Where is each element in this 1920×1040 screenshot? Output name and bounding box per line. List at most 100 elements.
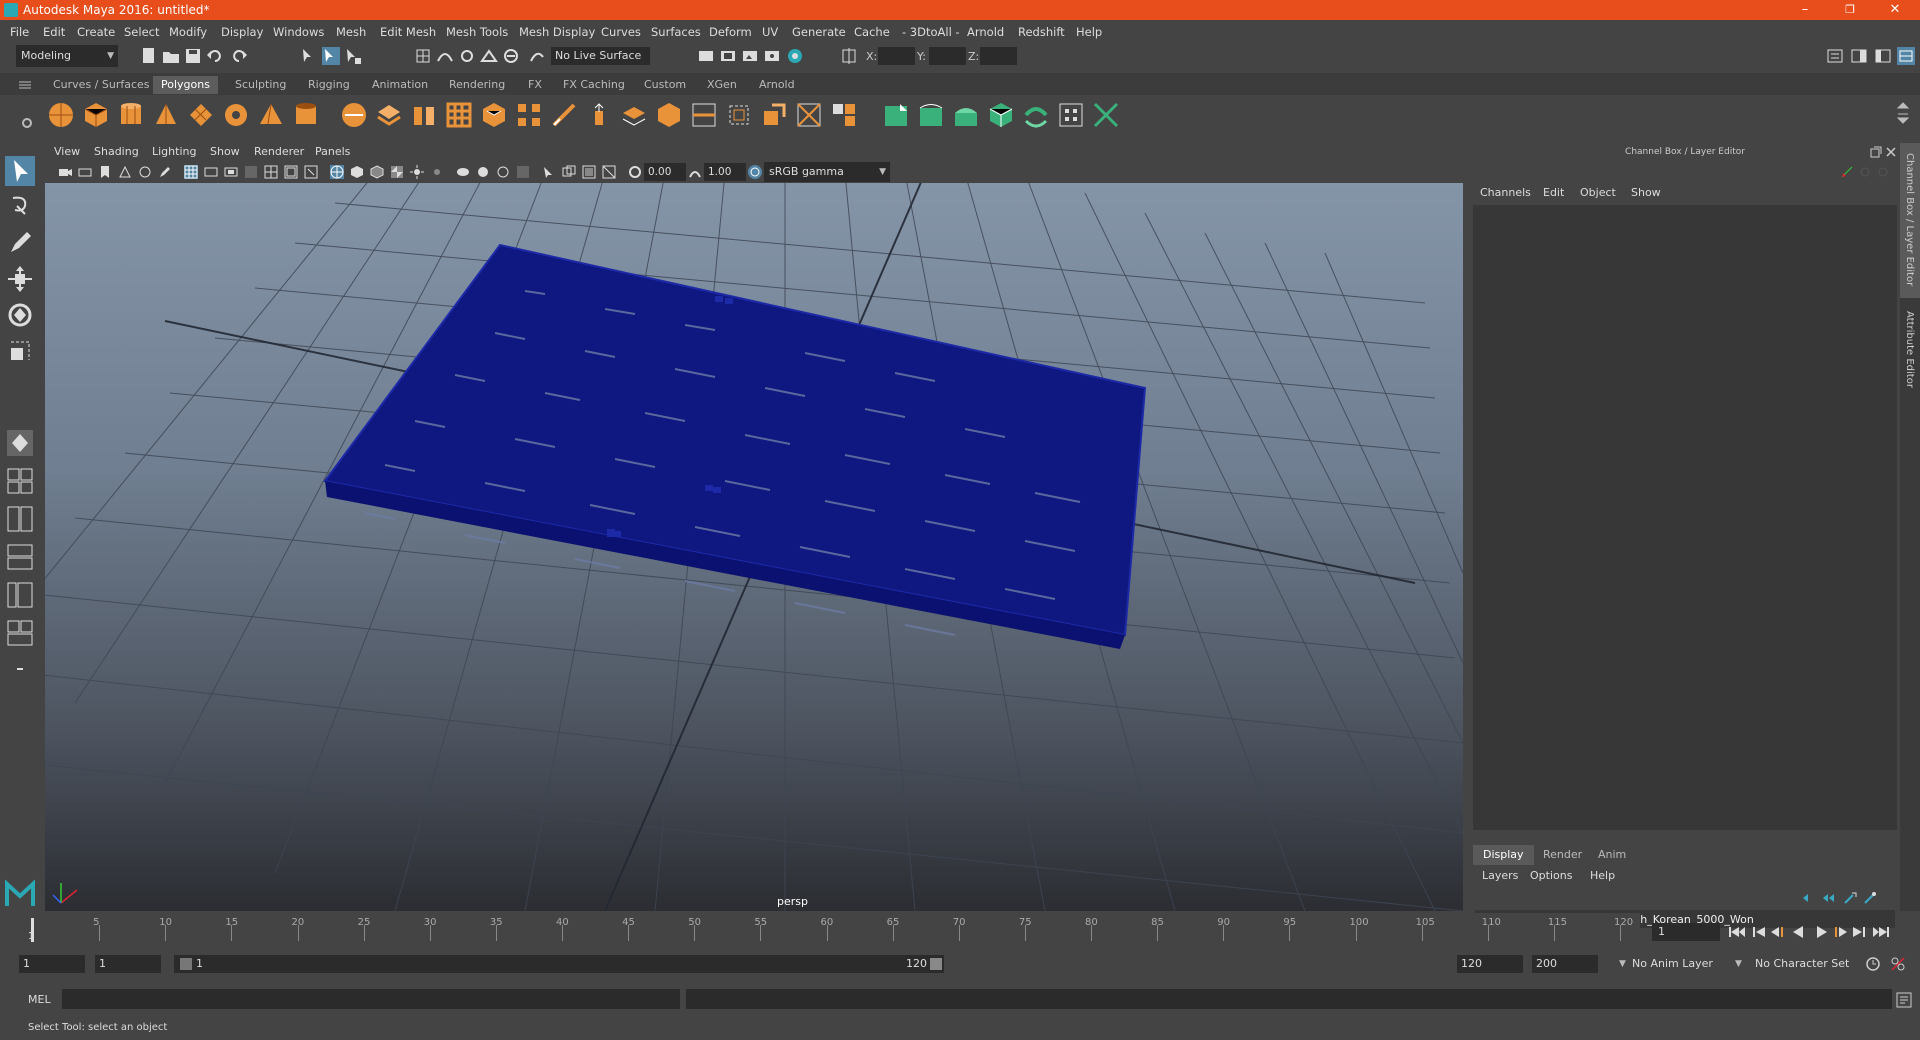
menu-file[interactable]: File — [10, 25, 29, 39]
y-field[interactable] — [929, 47, 966, 65]
close-button[interactable]: ✕ — [1875, 1, 1915, 19]
xray-components-icon[interactable] — [602, 165, 616, 179]
uv-unfold-icon[interactable] — [1022, 101, 1050, 129]
safe-title-icon[interactable] — [304, 165, 318, 179]
poly-cone-icon[interactable] — [152, 101, 180, 129]
multisample-aa-icon[interactable] — [496, 165, 510, 179]
two-pane-layout-icon[interactable] — [5, 504, 35, 534]
extrude-icon[interactable] — [585, 101, 613, 129]
channel-box-options-icon[interactable] — [1876, 165, 1890, 179]
shelf-scroll-icon[interactable] — [1896, 100, 1910, 130]
select-object-icon[interactable] — [322, 47, 340, 65]
float-panel-icon[interactable] — [1870, 146, 1882, 158]
step-forward-frame-icon[interactable] — [1853, 927, 1865, 937]
menu-deform[interactable]: Deform — [709, 25, 752, 39]
film-gate-icon[interactable] — [204, 165, 218, 179]
motion-blur-icon[interactable] — [476, 165, 490, 179]
poly-pipe-icon[interactable] — [292, 101, 320, 129]
viewport-menu-view[interactable]: View — [54, 145, 80, 158]
modeling-toolkit-icon[interactable] — [1826, 47, 1844, 65]
uv-automatic-icon[interactable] — [987, 101, 1015, 129]
shelf-tab-custom[interactable]: Custom — [636, 76, 694, 94]
exposure-field[interactable]: 0.00 — [644, 163, 686, 181]
bookmarks-icon[interactable] — [98, 165, 112, 179]
poly-torus-icon[interactable] — [222, 101, 250, 129]
shelf-tab-polygons[interactable]: Polygons — [153, 76, 218, 94]
hypershade-layout-icon[interactable] — [5, 618, 35, 648]
current-time-indicator[interactable] — [31, 918, 34, 942]
mel-label[interactable]: MEL — [28, 993, 51, 1006]
shelf-tab-xgen[interactable]: XGen — [699, 76, 745, 94]
single-perspective-layout-icon[interactable] — [5, 428, 35, 458]
poly-plane-icon[interactable] — [187, 101, 215, 129]
menu-select[interactable]: Select — [124, 25, 159, 39]
select-hierarchy-icon[interactable] — [300, 47, 318, 65]
layer-menu-help[interactable]: Help — [1590, 869, 1615, 882]
maximize-button[interactable]: ❐ — [1830, 1, 1870, 19]
more-layouts-icon[interactable] — [5, 654, 35, 684]
poly-pyramid-icon[interactable] — [257, 101, 285, 129]
x-field[interactable] — [878, 47, 915, 65]
channel-box-sync-icon[interactable] — [1858, 165, 1872, 179]
grid-toggle-icon[interactable] — [184, 165, 198, 179]
menu-arnold[interactable]: Arnold — [967, 25, 1004, 39]
play-forwards-icon[interactable] — [1817, 926, 1827, 938]
poly-cylinder-icon[interactable] — [117, 101, 145, 129]
open-scene-icon[interactable] — [162, 47, 180, 65]
new-empty-layer-icon[interactable] — [1843, 891, 1857, 905]
field-chart-icon[interactable] — [264, 165, 278, 179]
bridge-icon[interactable] — [515, 101, 543, 129]
command-input[interactable] — [62, 989, 680, 1009]
layer-menu-layers[interactable]: Layers — [1482, 869, 1518, 882]
gamma-icon[interactable] — [688, 165, 702, 179]
target-weld-icon[interactable] — [795, 101, 823, 129]
step-back-frame-icon[interactable] — [1753, 927, 1765, 937]
combine-icon[interactable] — [340, 101, 368, 129]
grease-pencil-icon[interactable] — [158, 165, 172, 179]
xray-icon[interactable] — [562, 165, 576, 179]
shelf-tab-fx-caching[interactable]: FX Caching — [555, 76, 633, 94]
persp-graph-layout-icon[interactable] — [5, 542, 35, 572]
mode-dropdown[interactable]: Modeling ▼ — [16, 45, 118, 67]
live-surface-field[interactable]: No Live Surface — [551, 47, 650, 65]
new-scene-icon[interactable] — [140, 47, 158, 65]
move-layer-down-icon[interactable] — [1821, 891, 1835, 905]
banknote-stack-mesh[interactable] — [323, 243, 1147, 637]
viewport-menu-panels[interactable]: Panels — [315, 145, 350, 158]
extract-icon[interactable] — [410, 101, 438, 129]
color-space-dropdown[interactable]: sRGB gamma ▼ — [764, 162, 890, 182]
select-component-icon[interactable] — [344, 47, 362, 65]
shadows-icon[interactable] — [430, 165, 444, 179]
bevel-icon[interactable] — [480, 101, 508, 129]
layer-tab-anim[interactable]: Anim — [1588, 845, 1636, 865]
attribute-editor-toggle-icon[interactable] — [1850, 47, 1868, 65]
channel-box-key-icon[interactable] — [1840, 165, 1854, 179]
range-slider-track[interactable]: 1 120 — [174, 955, 944, 973]
go-to-end-icon[interactable] — [1873, 927, 1889, 937]
new-layer-from-selected-icon[interactable] — [1863, 891, 1877, 905]
textured-icon[interactable] — [390, 165, 404, 179]
menu-uv[interactable]: UV — [762, 25, 778, 39]
smooth-icon[interactable] — [445, 101, 473, 129]
wireframe-icon[interactable] — [330, 165, 344, 179]
shelf-menu-icon[interactable] — [18, 78, 32, 92]
menu-redshift[interactable]: Redshift — [1018, 25, 1065, 39]
save-scene-icon[interactable] — [184, 47, 202, 65]
rotate-tool-icon[interactable] — [5, 300, 35, 330]
menu-modify[interactable]: Modify — [169, 25, 207, 39]
resolution-gate-icon[interactable] — [224, 165, 238, 179]
shelf-tab-animation[interactable]: Animation — [364, 76, 436, 94]
poly-sphere-icon[interactable] — [47, 101, 75, 129]
cb-menu-edit[interactable]: Edit — [1543, 186, 1564, 199]
time-slider-track[interactable]: 5 10 15 20 25 30 35 40 45 50 55 60 65 70 75 80 85 90 95 100… — [29, 917, 1640, 941]
shelf-tab-rendering[interactable]: Rendering — [441, 76, 513, 94]
append-to-polygon-icon[interactable] — [620, 101, 648, 129]
shelf-tab-sculpting[interactable]: Sculpting — [227, 76, 294, 94]
shelf-settings-icon[interactable] — [20, 116, 34, 130]
safe-action-icon[interactable] — [284, 165, 298, 179]
uv-spherical-icon[interactable] — [952, 101, 980, 129]
current-frame-field[interactable]: 1 — [1652, 923, 1720, 941]
uv-planar-icon[interactable] — [882, 101, 910, 129]
layer-menu-options[interactable]: Options — [1530, 869, 1572, 882]
menu-help[interactable]: Help — [1076, 25, 1102, 39]
